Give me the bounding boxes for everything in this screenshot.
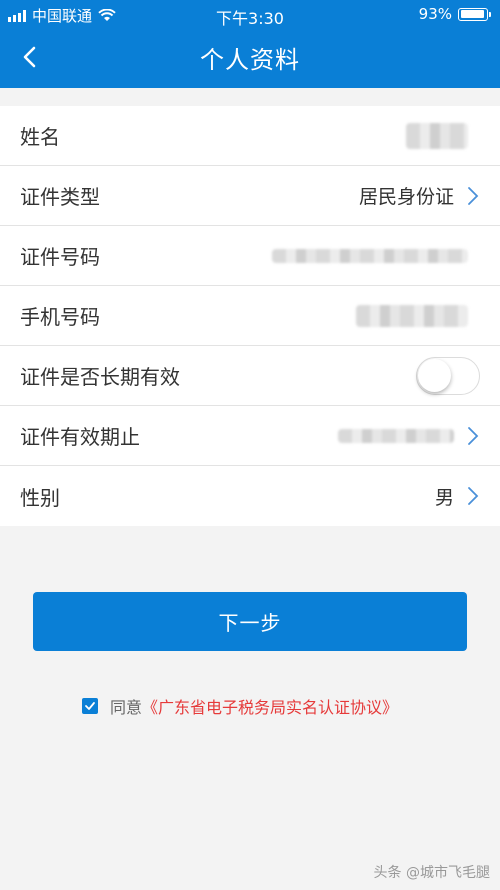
- agreement-link[interactable]: 《广东省电子税务局实名认证协议》: [142, 698, 398, 717]
- navbar: 个人资料: [0, 28, 500, 88]
- row-label: 证件号码: [20, 245, 100, 269]
- agree-prefix: 同意: [110, 698, 143, 717]
- row-label: 证件是否长期有效: [20, 365, 180, 389]
- masked-value: [272, 248, 468, 263]
- chevron-right-icon: [468, 426, 479, 445]
- chevron-right-icon: [468, 186, 479, 205]
- toggle-knob: [418, 358, 451, 392]
- row-id-number[interactable]: 证件号码: [0, 226, 500, 286]
- row-value: 居民身份证: [358, 186, 454, 208]
- status-right: 93%: [418, 5, 491, 23]
- row-label: 证件类型: [20, 185, 100, 209]
- row-label: 手机号码: [20, 305, 100, 329]
- profile-form: 姓名 证件类型 居民身份证 证件号码 手机号码 证件是否长期有效 证件有效期止 …: [0, 106, 500, 526]
- row-label: 证件有效期止: [20, 425, 140, 449]
- row-long-term-valid: 证件是否长期有效: [0, 346, 500, 406]
- row-expiry-date[interactable]: 证件有效期止: [0, 406, 500, 466]
- agreement: 同意《广东省电子税务局实名认证协议》: [82, 694, 398, 718]
- row-label: 姓名: [20, 125, 60, 149]
- masked-value: [406, 122, 468, 149]
- row-gender[interactable]: 性别 男: [0, 466, 500, 526]
- watermark: 头条 @城市飞毛腿: [374, 862, 490, 882]
- status-bar: 中国联通 下午3:30 93%: [0, 0, 500, 28]
- page-title: 个人资料: [200, 46, 300, 74]
- app-header: 中国联通 下午3:30 93% 个人资料: [0, 0, 500, 88]
- masked-value: [356, 304, 468, 327]
- battery-percent: 93%: [418, 5, 452, 23]
- checkmark-icon: [85, 702, 95, 710]
- row-label: 性别: [20, 485, 60, 510]
- agree-checkbox[interactable]: [82, 698, 98, 714]
- row-name[interactable]: 姓名: [0, 106, 500, 166]
- watermark-text: 头条 @城市飞毛腿: [373, 865, 490, 881]
- next-step-button[interactable]: 下一步: [33, 592, 467, 651]
- row-id-type[interactable]: 证件类型 居民身份证: [0, 166, 500, 226]
- battery-fill: [460, 10, 484, 18]
- row-value: 男: [434, 486, 454, 509]
- long-term-toggle[interactable]: [416, 356, 480, 395]
- row-phone[interactable]: 手机号码: [0, 286, 500, 346]
- masked-value: [338, 428, 454, 443]
- chevron-right-icon: [468, 487, 479, 505]
- battery-icon: [458, 7, 491, 21]
